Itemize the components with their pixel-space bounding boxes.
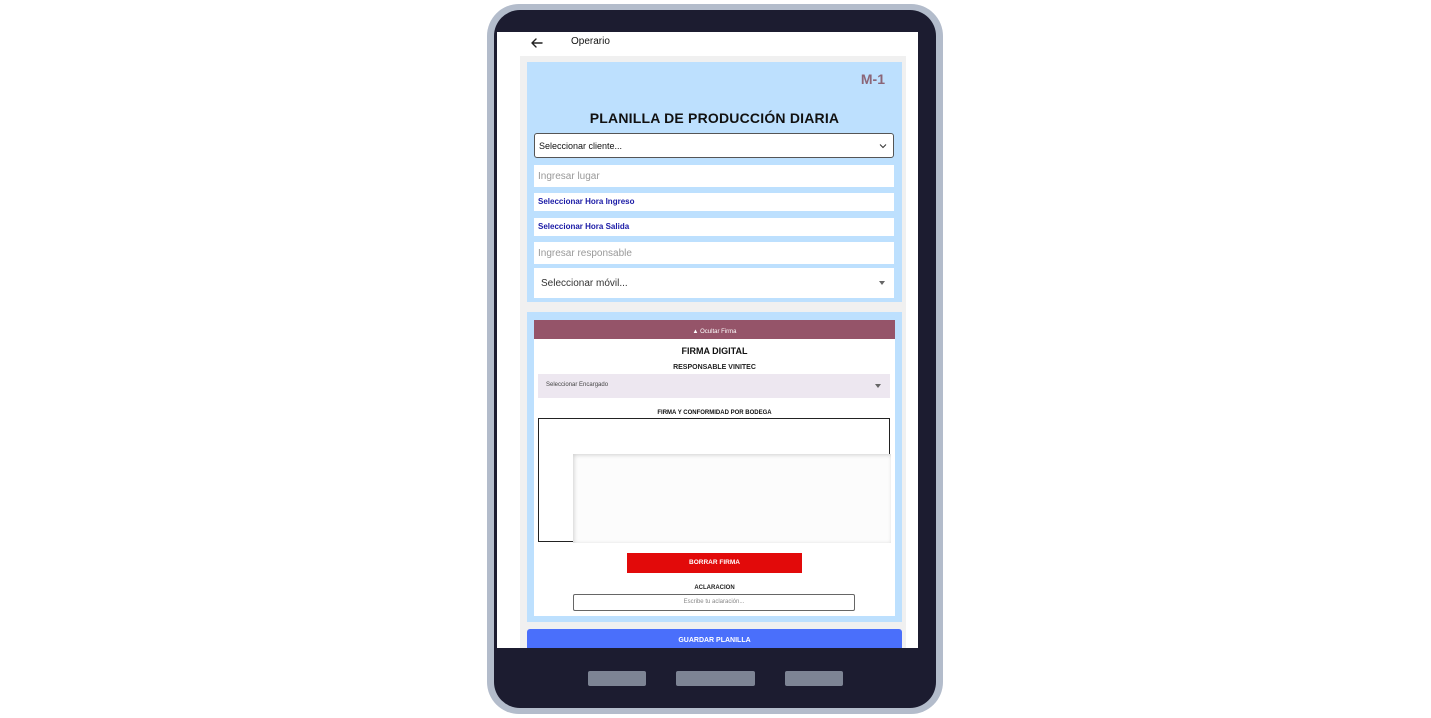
encargado-select[interactable]: Seleccionar Encargado xyxy=(538,374,890,398)
signature-card: ▲ Ocultar Firma FIRMA DIGITAL RESPONSABL… xyxy=(527,312,902,622)
page-title: Operario xyxy=(571,36,610,47)
signature-pad-area xyxy=(573,454,891,543)
chevron-down-icon xyxy=(879,144,887,149)
hora-salida-label: Seleccionar Hora Salida xyxy=(538,222,630,231)
conformidad-label: FIRMA Y CONFORMIDAD POR BODEGA xyxy=(657,410,772,416)
caret-down-icon xyxy=(879,281,885,285)
client-select-value: Seleccionar cliente... xyxy=(539,141,623,151)
nav-back-button[interactable] xyxy=(785,671,843,686)
hide-signature-toggle[interactable]: ▲ Ocultar Firma xyxy=(534,320,895,339)
nav-home-button[interactable] xyxy=(676,671,755,686)
caret-down-icon xyxy=(875,384,881,388)
signature-title: FIRMA DIGITAL xyxy=(681,346,748,356)
form-title: PLANILLA DE PRODUCCIÓN DIARIA xyxy=(589,110,840,126)
movil-select-value: Seleccionar móvil... xyxy=(541,278,628,289)
app-screen: Operario M-1 PLANILLA DE PRODUCCIÓN DIAR… xyxy=(497,32,918,648)
planilla-form-card: M-1 PLANILLA DE PRODUCCIÓN DIARIA Selecc… xyxy=(527,62,902,302)
back-arrow-icon[interactable] xyxy=(529,35,545,51)
signature-canvas[interactable] xyxy=(538,418,891,543)
clear-signature-button[interactable]: BORRAR FIRMA xyxy=(627,553,802,573)
responsable-placeholder: Ingresar responsable xyxy=(538,248,632,259)
lugar-input[interactable]: Ingresar lugar xyxy=(534,165,894,187)
aclaracion-input[interactable]: Escribe tu aclaración... xyxy=(573,594,855,611)
hora-ingreso-button[interactable]: Seleccionar Hora Ingreso xyxy=(534,193,894,211)
aclaracion-label: ACLARACION xyxy=(694,585,735,591)
hide-signature-label: ▲ Ocultar Firma xyxy=(692,329,737,335)
encargado-select-value: Seleccionar Encargado xyxy=(546,382,609,388)
right-rail xyxy=(906,56,918,648)
movil-select[interactable]: Seleccionar móvil... xyxy=(534,268,894,298)
nav-recent-button[interactable] xyxy=(588,671,646,686)
responsable-input[interactable]: Ingresar responsable xyxy=(534,242,894,264)
form-code: M-1 xyxy=(860,71,885,87)
signature-panel: ▲ Ocultar Firma FIRMA DIGITAL RESPONSABL… xyxy=(534,320,895,616)
hora-ingreso-label: Seleccionar Hora Ingreso xyxy=(538,197,635,206)
client-select[interactable]: Seleccionar cliente... xyxy=(534,133,894,158)
lugar-placeholder: Ingresar lugar xyxy=(538,171,600,182)
left-rail xyxy=(497,56,520,648)
app-bar: Operario xyxy=(520,32,918,56)
save-planilla-button[interactable]: GUARDAR PLANILLA xyxy=(527,629,902,648)
responsable-vinitec-label: RESPONSABLE VINITEC xyxy=(673,364,756,371)
hora-salida-button[interactable]: Seleccionar Hora Salida xyxy=(534,218,894,236)
